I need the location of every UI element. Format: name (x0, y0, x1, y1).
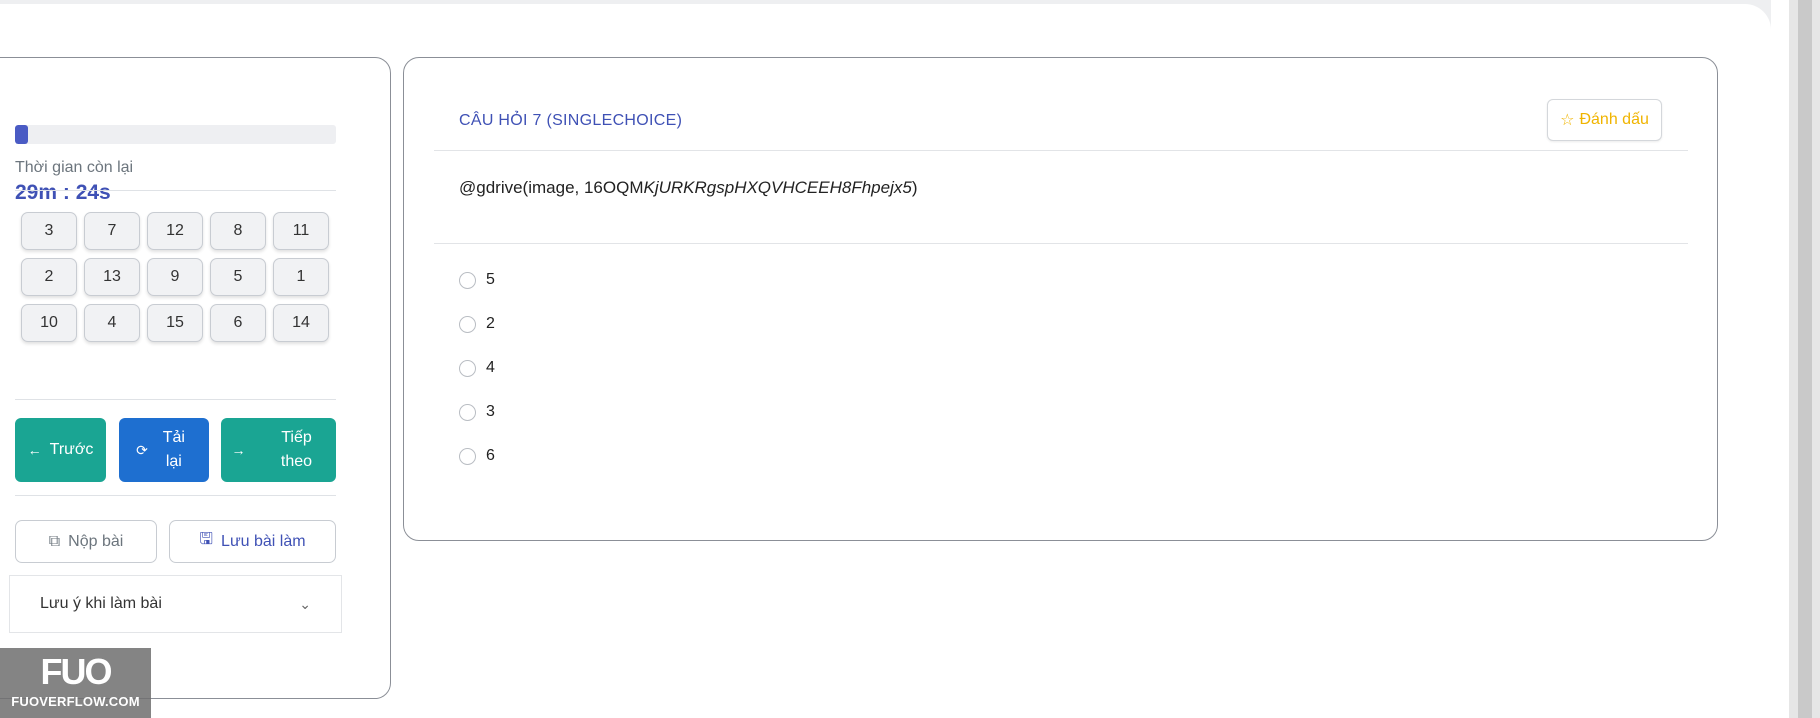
save-icon: 🖫 (199, 531, 214, 548)
question-nav-button[interactable]: 14 (273, 304, 329, 342)
question-nav-button[interactable]: 8 (210, 212, 266, 250)
save-button-label: Lưu bài làm (221, 532, 306, 550)
submit-button-label: Nộp bài (68, 532, 124, 550)
question-text-italic: KjURKRgspHXQVHCEEH8Fhpejx5 (643, 178, 912, 197)
arrow-left-icon: ← (27, 442, 42, 458)
answer-option[interactable]: 4 (459, 359, 495, 377)
question-nav-button[interactable]: 6 (210, 304, 266, 342)
reload-button[interactable]: ⟳ Tải lại (119, 418, 209, 482)
answer-option[interactable]: 3 (459, 403, 495, 421)
question-nav-button[interactable]: 11 (273, 212, 329, 250)
answer-option-label: 5 (486, 271, 495, 288)
notes-label: Lưu ý khi làm bài (40, 595, 162, 612)
question-text-prefix: @gdrive(image, 16OQM (459, 178, 644, 197)
next-button-label: Tiếp theo (280, 429, 313, 470)
answer-option-label: 4 (486, 359, 495, 376)
question-text: @gdrive(image, 16OQMKjURKRgspHXQVHCEEH8F… (459, 178, 918, 198)
question-nav-button[interactable]: 4 (84, 304, 140, 342)
divider (15, 399, 336, 400)
radio-button[interactable] (459, 403, 476, 421)
question-nav-button[interactable]: 7 (84, 212, 140, 250)
star-outline-icon: ☆ (1560, 112, 1575, 129)
exam-sidebar: Thời gian còn lại 29m : 24s 3 7 12 8 11 … (0, 57, 391, 699)
question-nav-button[interactable]: 1 (273, 258, 329, 296)
divider (434, 150, 1688, 151)
question-nav-button[interactable]: 13 (84, 258, 140, 296)
divider (15, 495, 336, 496)
copy-icon: ⧉ (48, 532, 61, 550)
divider (15, 190, 336, 191)
progress-bar (15, 125, 336, 144)
divider (434, 243, 1688, 244)
question-nav-button[interactable]: 10 (21, 304, 77, 342)
answer-option[interactable]: 6 (459, 447, 495, 465)
question-text-suffix: ) (911, 178, 918, 197)
answer-option-label: 6 (486, 447, 495, 464)
submit-button[interactable]: ⧉ Nộp bài (15, 520, 157, 563)
logo-text: FUOVERFLOW.COM (11, 694, 140, 709)
radio-button[interactable] (459, 359, 476, 377)
radio-button[interactable] (459, 315, 476, 333)
refresh-icon: ⟳ (136, 442, 148, 458)
scrollbar-thumb[interactable] (1798, 0, 1812, 718)
question-nav-button[interactable]: 3 (21, 212, 77, 250)
question-nav-button[interactable]: 12 (147, 212, 203, 250)
radio-button[interactable] (459, 271, 476, 289)
bookmark-button[interactable]: ☆ Đánh dấu (1547, 99, 1662, 141)
progress-bar-fill (15, 125, 28, 144)
question-card: CÂU HỎI 7 (SINGLECHOICE) ☆ Đánh dấu @gdr… (403, 57, 1718, 541)
question-title: CÂU HỎI 7 (SINGLECHOICE) (459, 112, 683, 129)
page-edge (1771, 0, 1789, 718)
arrow-right-icon: → (231, 442, 246, 458)
logo-mark: FUO (40, 651, 113, 692)
time-remaining-label: Thời gian còn lại (15, 159, 134, 176)
question-nav-button[interactable]: 15 (147, 304, 203, 342)
answer-option[interactable]: 5 (459, 271, 495, 289)
fuoverflow-logo: FUO FUOVERFLOW.COM (0, 648, 151, 718)
answer-option-label: 2 (486, 315, 495, 332)
time-remaining-value: 29m : 24s (15, 181, 111, 204)
notes-accordion[interactable]: Lưu ý khi làm bài ⌄ (9, 575, 342, 633)
next-button[interactable]: → Tiếp theo (221, 418, 336, 482)
answer-option-label: 3 (486, 403, 495, 420)
chevron-down-icon: ⌄ (299, 595, 311, 612)
previous-button-label: Trước (49, 441, 94, 458)
answer-option[interactable]: 2 (459, 315, 495, 333)
question-nav-button[interactable]: 5 (210, 258, 266, 296)
question-nav-button[interactable]: 2 (21, 258, 77, 296)
reload-button-label: Tải lại (162, 429, 185, 470)
previous-button[interactable]: ← Trước (15, 418, 106, 482)
bookmark-button-label: Đánh dấu (1579, 111, 1649, 128)
question-nav-button[interactable]: 9 (147, 258, 203, 296)
save-button[interactable]: 🖫 Lưu bài làm (169, 520, 336, 563)
radio-button[interactable] (459, 447, 476, 465)
